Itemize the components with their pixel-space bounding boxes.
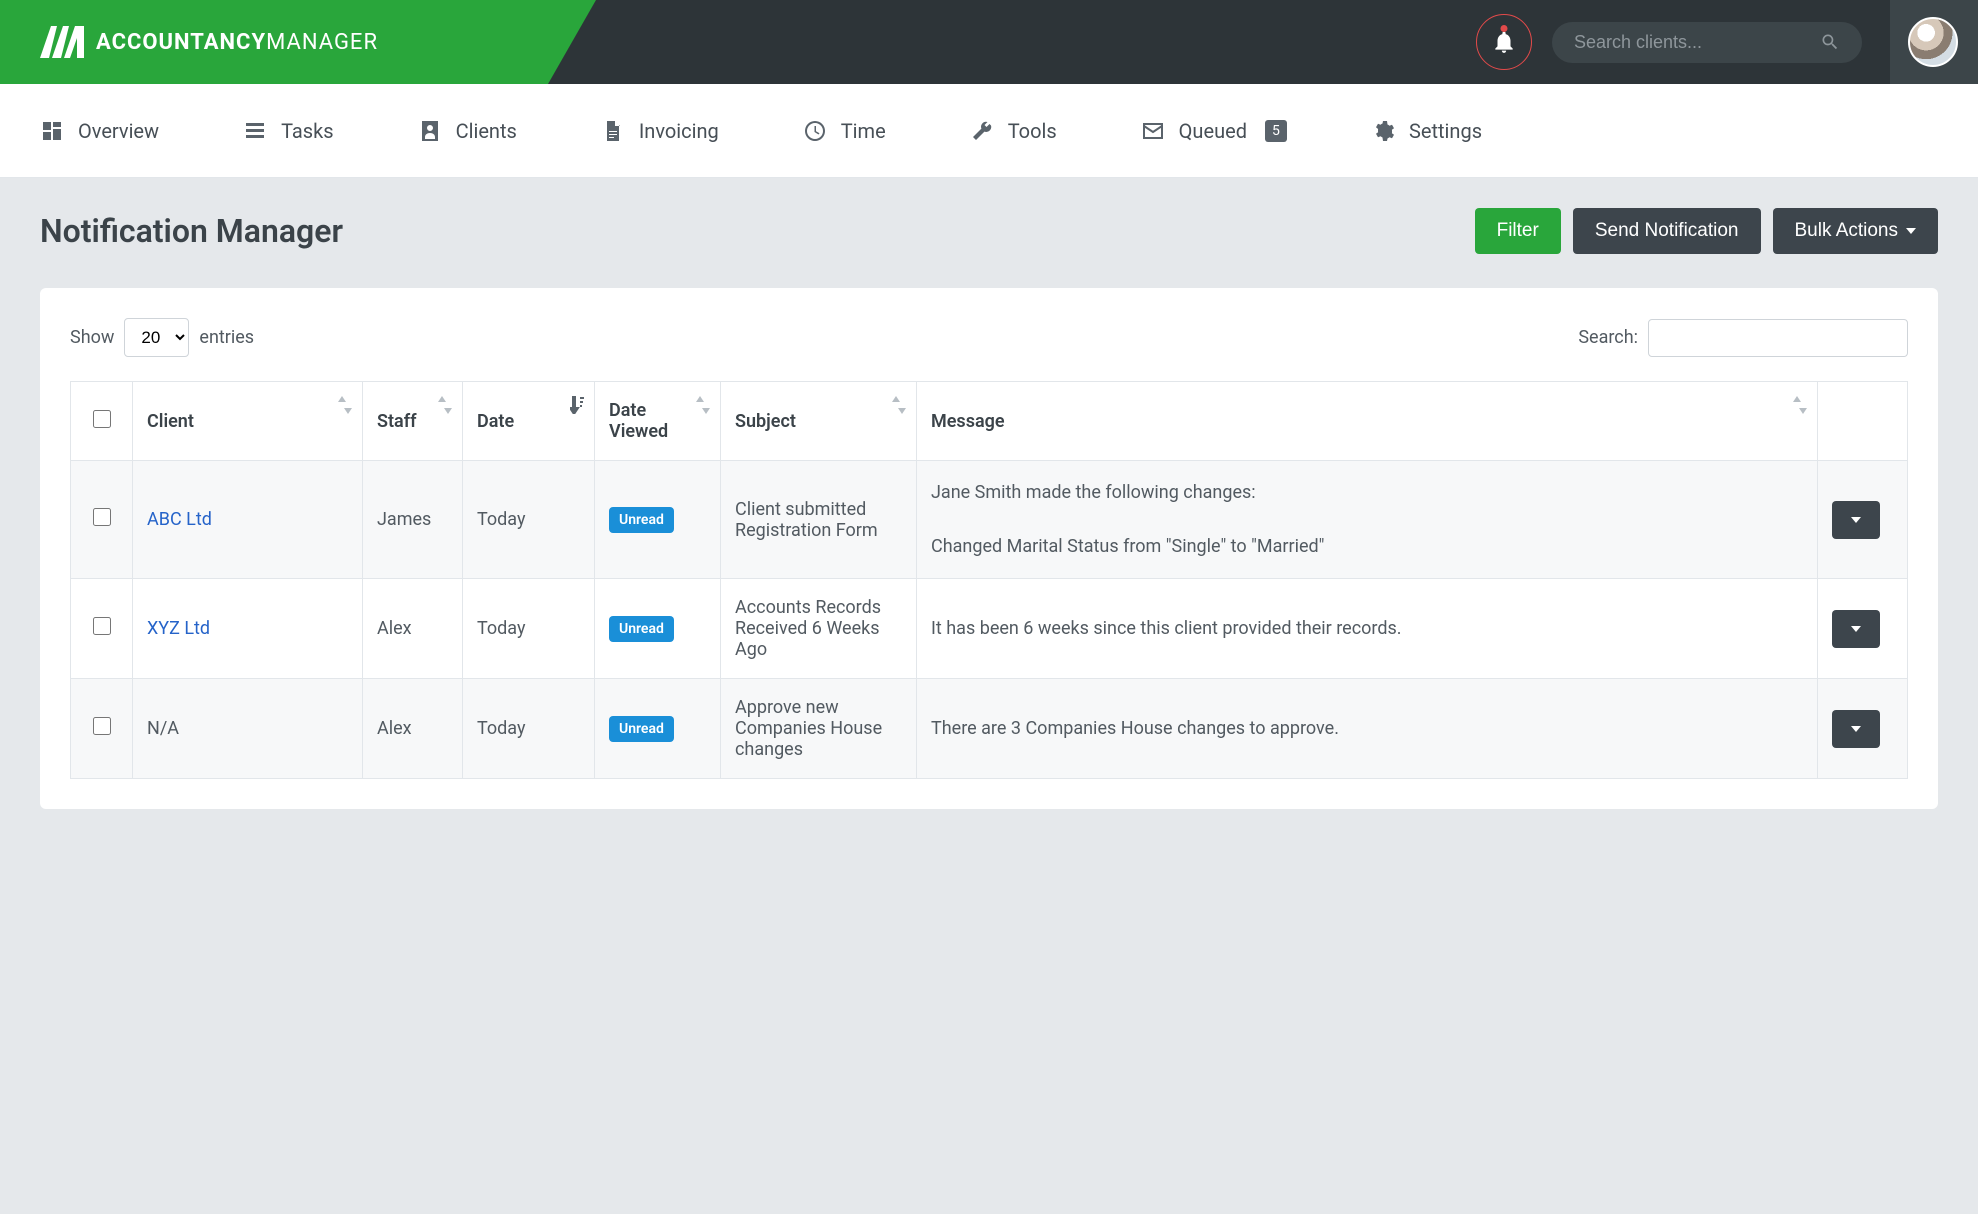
- row-actions-button[interactable]: [1832, 710, 1880, 748]
- message-cell: Jane Smith made the following changes:Ch…: [931, 479, 1803, 560]
- col-staff[interactable]: Staff: [363, 382, 463, 461]
- client-link[interactable]: XYZ Ltd: [147, 618, 210, 639]
- message-cell: It has been 6 weeks since this client pr…: [931, 615, 1803, 642]
- col-client[interactable]: Client: [133, 382, 363, 461]
- show-prefix-label: Show: [70, 327, 114, 348]
- nav-label: Clients: [456, 119, 517, 143]
- unread-badge: Unread: [609, 716, 674, 742]
- sort-icon: [438, 396, 452, 414]
- filter-button[interactable]: Filter: [1475, 208, 1561, 254]
- col-date-viewed[interactable]: Date Viewed: [595, 382, 721, 461]
- table-search-input[interactable]: [1648, 319, 1908, 357]
- nav-label: Queued: [1179, 119, 1247, 143]
- message-cell: There are 3 Companies House changes to a…: [931, 715, 1803, 742]
- notifications-table: Client Staff Date Date Viewed Subject Me…: [70, 381, 1908, 779]
- col-actions: [1818, 382, 1908, 461]
- notification-dot-icon: [1501, 25, 1508, 32]
- nav-label: Tasks: [281, 119, 334, 143]
- subject-cell: Accounts Records Received 6 Weeks Ago: [721, 579, 917, 679]
- staff-cell: Alex: [363, 579, 463, 679]
- nav-overview[interactable]: Overview: [40, 119, 159, 143]
- notifications-bell[interactable]: [1476, 14, 1532, 70]
- nav-time[interactable]: Time: [803, 119, 886, 143]
- table-row: XYZ Ltd AlexToday Unread Accounts Records R…: [71, 579, 1908, 679]
- tasks-icon: [243, 119, 267, 143]
- nav-label: Time: [841, 119, 886, 143]
- col-date[interactable]: Date: [463, 382, 595, 461]
- subject-cell: Client submitted Registration Form: [721, 461, 917, 579]
- nav-label: Overview: [78, 119, 159, 143]
- date-cell: Today: [463, 461, 595, 579]
- col-message[interactable]: Message: [917, 382, 1818, 461]
- table-search-label: Search:: [1578, 327, 1638, 348]
- sort-desc-icon: [570, 396, 584, 414]
- notifications-card: Show 20 entries Search: Client Staff Dat…: [40, 288, 1938, 809]
- brand-logo[interactable]: ACCOUNTANCYMANAGER: [40, 26, 378, 58]
- bell-icon: [1491, 29, 1517, 55]
- row-checkbox[interactable]: [93, 717, 111, 735]
- entries-select[interactable]: 20: [124, 318, 189, 357]
- subject-cell: Approve new Companies House changes: [721, 679, 917, 779]
- user-menu[interactable]: [1890, 0, 1978, 84]
- client-search[interactable]: [1552, 22, 1862, 63]
- app-header: ACCOUNTANCYMANAGER: [0, 0, 1978, 84]
- chevron-down-icon: [1851, 726, 1861, 732]
- nav-badge: 5: [1265, 120, 1287, 142]
- date-cell: Today: [463, 679, 595, 779]
- nav-tools[interactable]: Tools: [970, 119, 1057, 143]
- row-checkbox[interactable]: [93, 508, 111, 526]
- sort-icon: [338, 396, 352, 414]
- sort-icon: [1793, 396, 1807, 414]
- date-cell: Today: [463, 579, 595, 679]
- main-nav: Overview Tasks Clients Invoicing Time Tools Qu…: [0, 84, 1978, 178]
- nav-settings[interactable]: Settings: [1371, 119, 1482, 143]
- row-actions-button[interactable]: [1832, 610, 1880, 648]
- clock-icon: [803, 119, 827, 143]
- nav-clients[interactable]: Clients: [418, 119, 517, 143]
- staff-cell: James: [363, 461, 463, 579]
- sort-icon: [892, 396, 906, 414]
- row-actions-button[interactable]: [1832, 501, 1880, 539]
- unread-badge: Unread: [609, 616, 674, 642]
- search-input[interactable]: [1574, 32, 1820, 53]
- document-icon: [601, 119, 625, 143]
- gear-icon: [1371, 119, 1395, 143]
- nav-queued[interactable]: Queued 5: [1141, 119, 1287, 143]
- logo-icon: [40, 26, 84, 58]
- wrench-icon: [970, 119, 994, 143]
- nav-tasks[interactable]: Tasks: [243, 119, 334, 143]
- send-notification-button[interactable]: Send Notification: [1573, 208, 1761, 254]
- page-title: Notification Manager: [40, 212, 343, 250]
- staff-cell: Alex: [363, 679, 463, 779]
- avatar: [1908, 17, 1958, 67]
- nav-label: Invoicing: [639, 119, 719, 143]
- unread-badge: Unread: [609, 507, 674, 533]
- dashboard-icon: [40, 119, 64, 143]
- show-suffix-label: entries: [199, 327, 254, 348]
- search-icon: [1820, 32, 1840, 52]
- sort-icon: [696, 396, 710, 414]
- mail-icon: [1141, 119, 1165, 143]
- nav-label: Tools: [1008, 119, 1057, 143]
- select-all-checkbox[interactable]: [93, 410, 111, 428]
- brand-band: ACCOUNTANCYMANAGER: [0, 0, 596, 84]
- chevron-down-icon: [1851, 517, 1861, 523]
- client-text: N/A: [147, 718, 179, 739]
- client-link[interactable]: ABC Ltd: [147, 509, 212, 530]
- nav-invoicing[interactable]: Invoicing: [601, 119, 719, 143]
- bulk-actions-button[interactable]: Bulk Actions: [1773, 208, 1939, 254]
- brand-name: ACCOUNTANCYMANAGER: [96, 30, 378, 55]
- table-row: ABC Ltd JamesToday Unread Client submitted …: [71, 461, 1908, 579]
- col-subject[interactable]: Subject: [721, 382, 917, 461]
- nav-label: Settings: [1409, 119, 1482, 143]
- chevron-down-icon: [1851, 626, 1861, 632]
- table-row: N/A AlexToday Unread Approve new Companies …: [71, 679, 1908, 779]
- contacts-icon: [418, 119, 442, 143]
- row-checkbox[interactable]: [93, 617, 111, 635]
- chevron-down-icon: [1906, 228, 1916, 234]
